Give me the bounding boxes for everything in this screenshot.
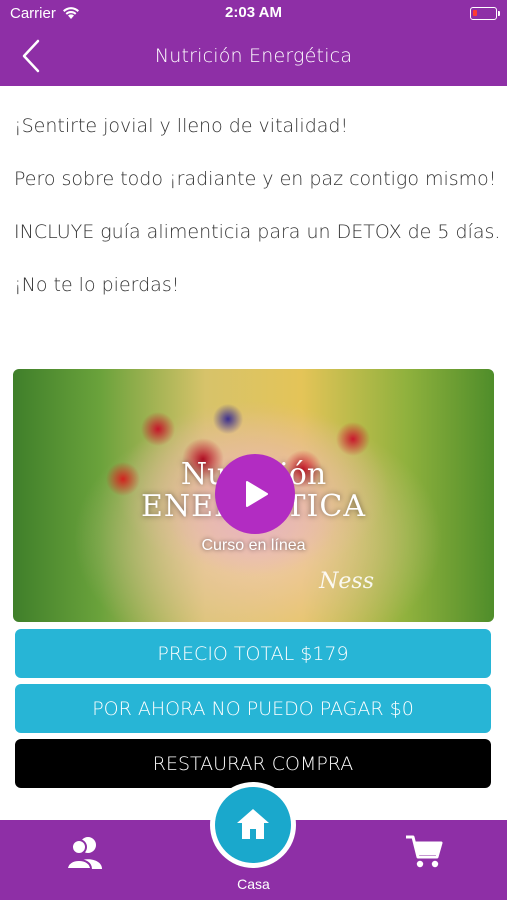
tab-home-label: Casa bbox=[237, 876, 270, 892]
description-line: INCLUYE guía alimenticia para un DETOX d… bbox=[14, 221, 501, 243]
video-signature: Ness bbox=[319, 569, 374, 594]
video-subtitle: Curso en línea bbox=[201, 537, 306, 554]
restore-purchase-button[interactable]: RESTAURAR COMPRA bbox=[15, 739, 491, 788]
play-icon bbox=[246, 481, 268, 507]
video-player[interactable]: Nutrición ENERGÉTICA Curso en línea Ness bbox=[13, 369, 494, 622]
home-button[interactable] bbox=[215, 787, 291, 863]
play-button[interactable] bbox=[215, 454, 295, 534]
description-line: ¡Sentirte jovial y lleno de vitalidad! bbox=[14, 115, 349, 137]
cart-icon bbox=[406, 835, 443, 868]
course-description: ¡Sentirte jovial y lleno de vitalidad! P… bbox=[14, 112, 501, 324]
pay-later-button[interactable]: POR AHORA NO PUEDO PAGAR $0 bbox=[15, 684, 491, 733]
tab-home[interactable] bbox=[210, 782, 296, 868]
battery-icon bbox=[470, 7, 500, 20]
nav-bar: Carrier 2:03 AM Nutrición Energética bbox=[0, 0, 507, 86]
status-time: 2:03 AM bbox=[225, 4, 282, 21]
page-title: Nutrición Energética bbox=[154, 45, 353, 67]
status-bar: Carrier 2:03 AM bbox=[0, 0, 507, 28]
tab-profile[interactable] bbox=[65, 836, 104, 870]
home-icon bbox=[237, 809, 269, 839]
description-line: ¡No te lo pierdas! bbox=[14, 274, 180, 296]
description-line: Pero sobre todo ¡radiante y en paz conti… bbox=[14, 168, 497, 190]
tab-cart[interactable] bbox=[404, 834, 444, 870]
price-button[interactable]: PRECIO TOTAL $179 bbox=[15, 629, 491, 678]
battery-level bbox=[473, 10, 477, 16]
profile-icon bbox=[65, 837, 102, 870]
